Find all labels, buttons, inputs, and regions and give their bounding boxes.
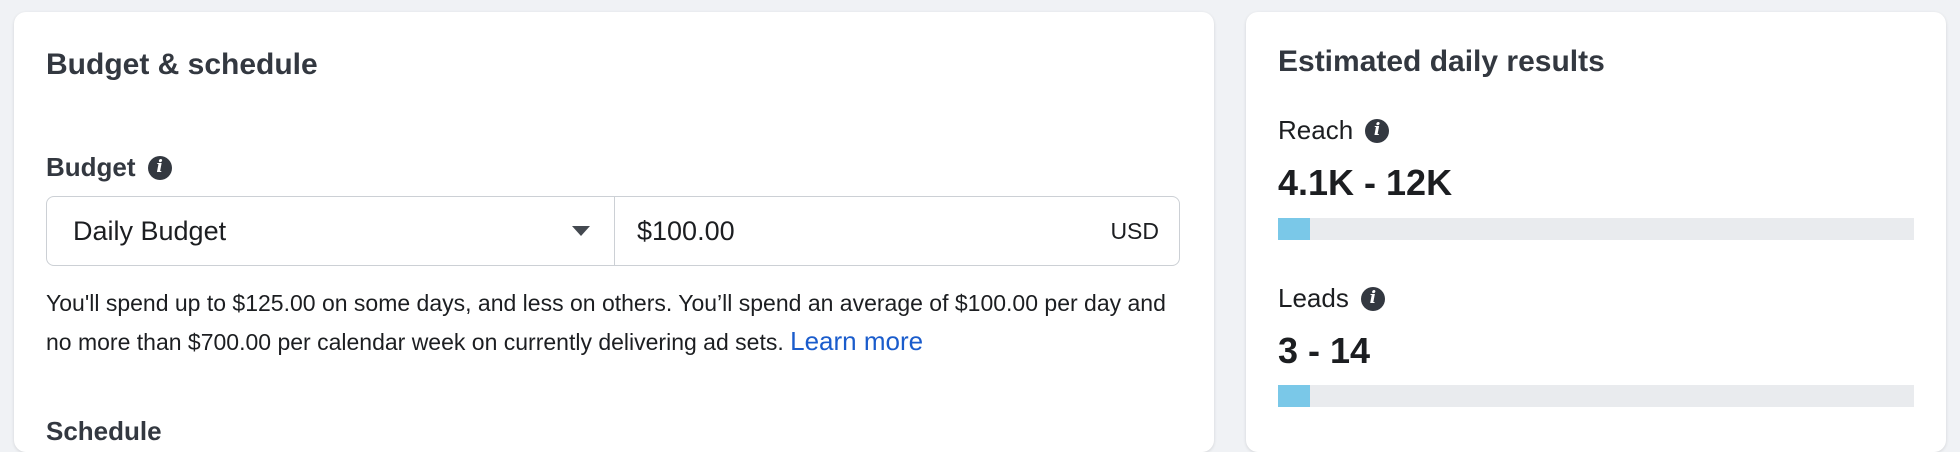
- leads-bar: [1278, 385, 1914, 407]
- budget-amount-field: USD: [615, 197, 1179, 265]
- reach-value: 4.1K - 12K: [1278, 162, 1453, 203]
- caret-down-icon: [572, 226, 590, 236]
- info-icon[interactable]: i: [1360, 286, 1385, 311]
- learn-more-link[interactable]: Learn more: [790, 326, 923, 356]
- reach-bar-fill: [1278, 218, 1310, 240]
- budget-help-text: You'll spend up to $125.00 on some days,…: [46, 284, 1196, 361]
- budget-schedule-card: Budget & schedule Budget i Daily Budget …: [14, 12, 1214, 452]
- estimated-results-title: Estimated daily results: [1278, 45, 1605, 78]
- estimated-results-card: Estimated daily results Reach i 4.1K - 1…: [1246, 12, 1946, 452]
- budget-label-row: Budget i: [46, 152, 172, 183]
- budget-label: Budget: [46, 152, 136, 182]
- leads-value: 3 - 14: [1278, 330, 1371, 371]
- info-icon[interactable]: i: [1365, 118, 1390, 143]
- budget-schedule-title: Budget & schedule: [46, 48, 318, 81]
- budget-type-dropdown[interactable]: Daily Budget: [47, 197, 615, 265]
- budget-help-text-body: You'll spend up to $125.00 on some days,…: [46, 290, 1166, 355]
- currency-label: USD: [1110, 217, 1159, 244]
- reach-bar: [1278, 218, 1914, 240]
- schedule-label: Schedule: [46, 416, 162, 446]
- budget-type-value: Daily Budget: [73, 215, 227, 246]
- leads-label-row: Leads i: [1278, 283, 1385, 314]
- info-icon[interactable]: i: [147, 155, 172, 180]
- budget-amount-input[interactable]: [635, 214, 939, 248]
- budget-input-group: Daily Budget USD: [46, 196, 1180, 266]
- leads-label: Leads: [1278, 283, 1349, 313]
- reach-label-row: Reach i: [1278, 115, 1390, 146]
- leads-bar-fill: [1278, 385, 1310, 407]
- reach-label: Reach: [1278, 115, 1354, 145]
